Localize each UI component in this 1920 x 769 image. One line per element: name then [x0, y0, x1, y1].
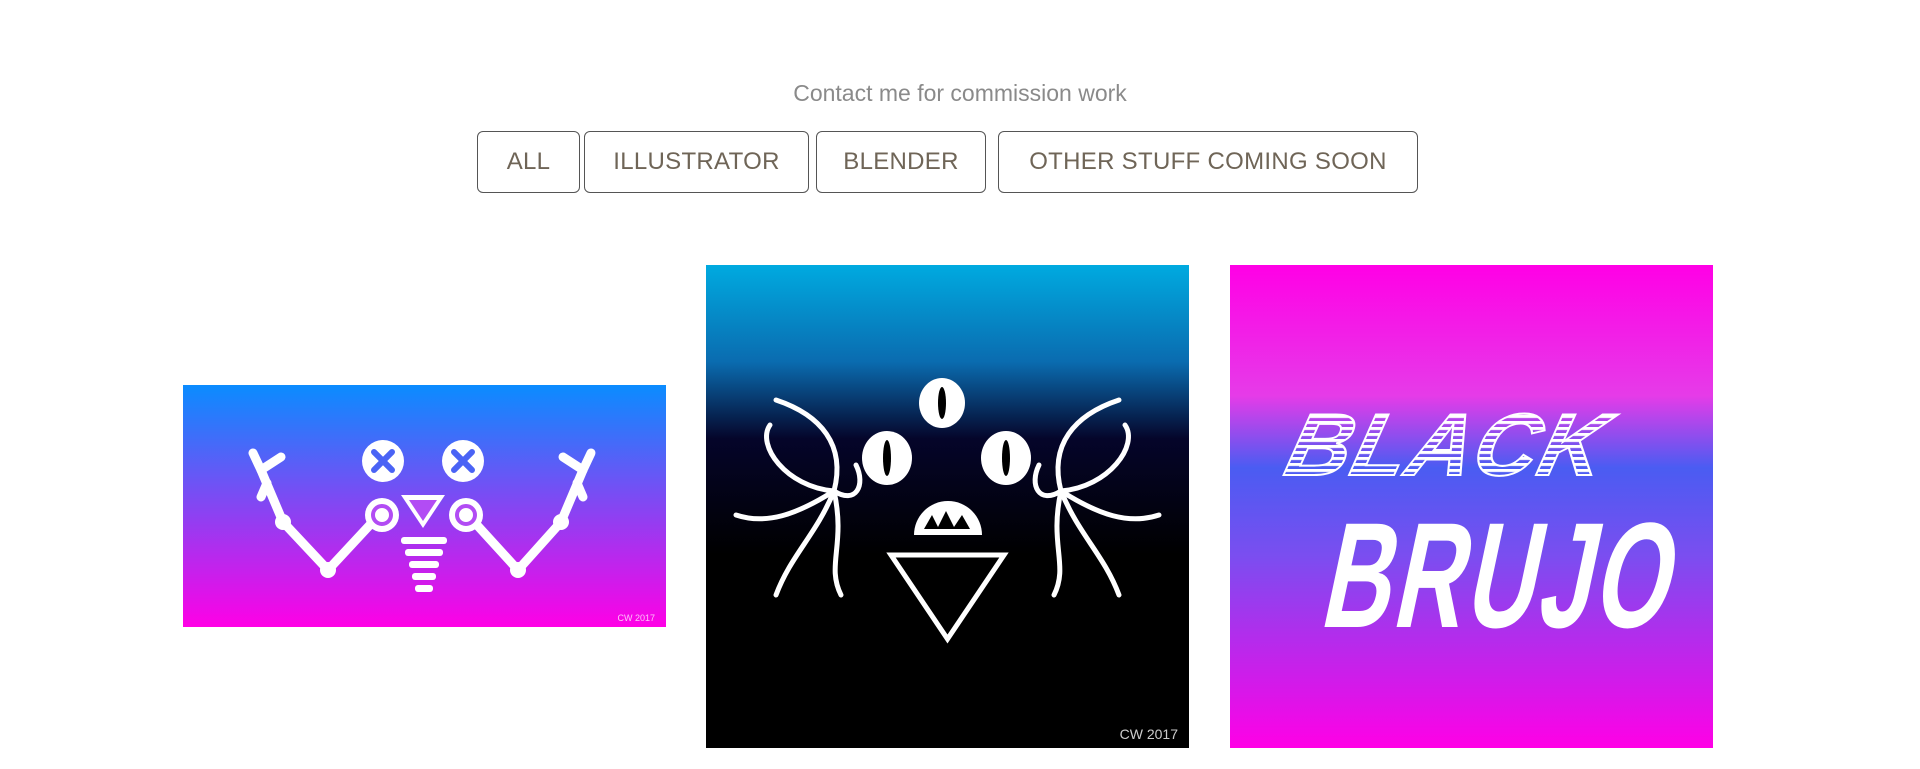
commission-subtitle: Contact me for commission work: [793, 80, 1127, 106]
title-line-2: BRUJO: [1311, 493, 1697, 660]
signature-text: CW 2017: [1120, 726, 1179, 742]
gallery-item-robot[interactable]: CW 2017: [183, 385, 666, 627]
filter-blender-button[interactable]: BLENDER: [816, 131, 986, 193]
title-line-1: BLACK: [1277, 395, 1623, 493]
filter-other-stuff-button[interactable]: OTHER STUFF COMING SOON: [998, 131, 1418, 193]
creature-artwork: CW 2017: [706, 265, 1189, 748]
gallery-item-black-brujo[interactable]: BLACK BRUJO: [1230, 265, 1713, 748]
filter-illustrator-button[interactable]: ILLUSTRATOR: [584, 131, 809, 193]
signature-text: CW 2017: [617, 613, 655, 623]
black-brujo-artwork: BLACK BRUJO: [1230, 265, 1713, 748]
gallery-item-creature[interactable]: CW 2017: [706, 265, 1189, 748]
filter-all-button[interactable]: ALL: [477, 131, 580, 193]
robot-artwork: CW 2017: [183, 385, 666, 627]
